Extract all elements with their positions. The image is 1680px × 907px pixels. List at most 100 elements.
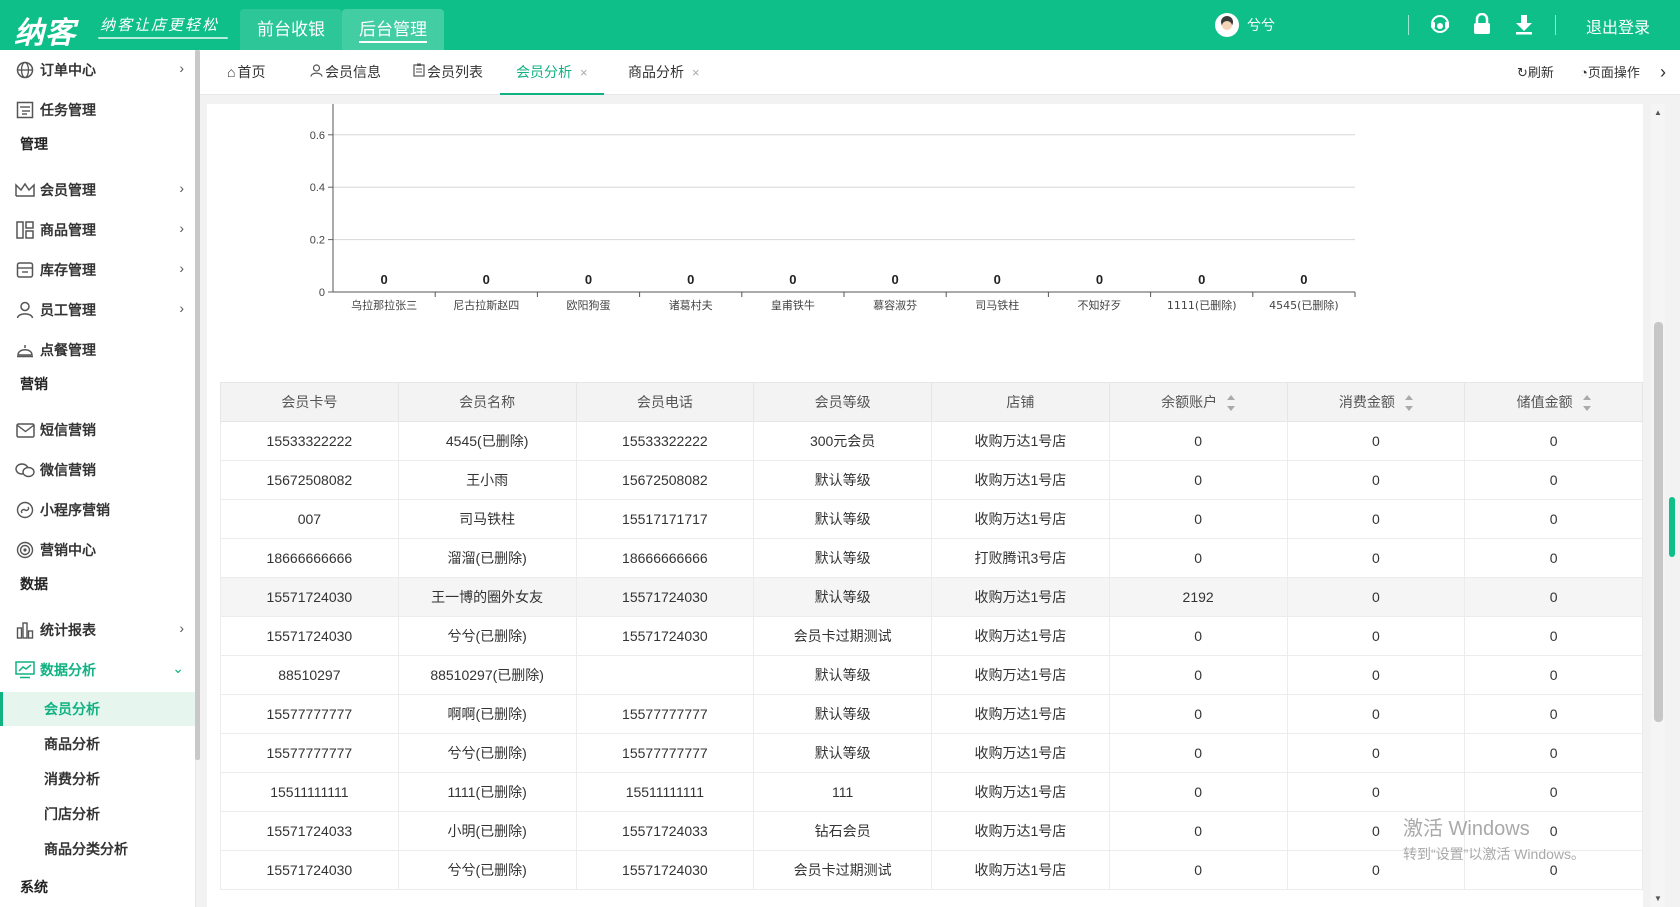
chart-canvas: 0 0.2 0.4 0.6 0 乌拉那拉张三 0 尼古拉斯赵四 0 欧阳狗蛋 0 诸葛村夫 0 皇甫铁牛 0… [310,104,1356,312]
table-cell: 兮兮(已删除) [397,850,577,890]
person-icon [310,50,323,95]
table-row[interactable]: 15672508082 王小雨 15672508082 默认等级 收购万达1号店 0 0 0 [220,460,1643,500]
table-row[interactable]: 88510297 88510297(已删除) 默认等级 收购万达1号店 0 0 0 [220,655,1643,695]
tab-member-analysis[interactable]: 会员分析 × [500,50,604,95]
sidebar-sub-product-analysis[interactable]: 商品分析 [0,727,196,761]
table-cell: 小明(已删除) [397,811,577,851]
bar-value-label: 0 [483,272,490,287]
table-row[interactable]: 15571724030 王一博的圈外女友 15571724030 默认等级 收购万达1号… [220,577,1643,617]
table-cell: 0 [1464,499,1643,539]
sidebar-item-wechat[interactable]: 微信营销 [0,451,196,489]
table-cell: 王一博的圈外女友 [397,577,577,617]
chevron-right-icon: › [179,620,184,636]
sidebar-item-members[interactable]: 会员管理 › [0,171,196,209]
sidebar-sub-consumption-analysis[interactable]: 消费分析 [0,762,196,796]
bar-value-label: 0 [687,272,694,287]
sidebar-sub-member-analysis[interactable]: 会员分析 [0,692,196,726]
sidebar-item-tasks[interactable]: 任务管理 [0,91,196,129]
logout-button[interactable]: 退出登录 [1586,14,1650,38]
sidebar-item-miniprogram[interactable]: 小程序营销 [0,491,196,529]
table-row[interactable]: 15577777777 啊啊(已删除) 15577777777 默认等级 收购万达1号店… [220,694,1643,734]
y-tick-label: 0.6 [310,130,325,142]
mail-icon [15,420,35,440]
sort-icon[interactable] [1582,394,1591,412]
content-scrollbar[interactable]: ▲ ▼ [1651,104,1665,907]
table-cell: 15517171717 [575,499,755,539]
sidebar-scrollbar[interactable] [195,50,200,760]
tab-product-analysis[interactable]: 商品分析 × [628,50,700,95]
customer-service-icon[interactable] [1429,13,1451,37]
sidebar-item-sms[interactable]: 短信营销 [0,411,196,449]
person-icon [15,300,35,320]
tab-home[interactable]: ⌂ 首页 [227,50,265,95]
close-icon[interactable]: × [580,65,588,80]
globe-icon [15,60,35,80]
table-cell: 打败腾讯3号店 [931,538,1110,578]
sidebar-sub-category-analysis[interactable]: 商品分类分析 [0,832,196,866]
sidebar-item-products[interactable]: 商品管理 › [0,211,196,249]
sidebar-sub-store-analysis[interactable]: 门店分析 [0,797,196,831]
task-icon [15,100,35,120]
table-cell: 0 [1108,538,1288,578]
scroll-up-icon[interactable]: ▲ [1654,108,1662,117]
y-tick-label: 0.2 [310,235,325,247]
table-row[interactable]: 15533322222 4545(已删除) 15533322222 300元会员 收购万… [220,421,1643,461]
nav-front-cashier[interactable]: 前台收银 [240,9,342,50]
table-row[interactable]: 15511111111 1111(已删除) 15511111111 111 收购万达1号… [220,772,1643,812]
sidebar-item-ordering[interactable]: 点餐管理 [0,331,196,369]
table-cell: 1111(已删除) [397,772,577,812]
table-cell: 王小雨 [397,460,577,500]
table-cell: 0 [1286,499,1466,539]
monitor-chart-icon [15,660,35,680]
x-tick-label: 慕容淑芬 [873,298,917,312]
column-header[interactable]: 储值金额 [1464,382,1643,422]
table-cell: 0 [1286,694,1466,734]
tabs-scroll-right-button[interactable]: › [1660,50,1666,95]
section-header-system: 系统 [20,879,48,895]
sidebar-item-marketing-center[interactable]: 营销中心 [0,531,196,569]
table-cell: 收购万达1号店 [931,616,1110,656]
bar-value-label: 0 [380,272,387,287]
table-cell: 收购万达1号店 [931,460,1110,500]
table-cell: 15577777777 [220,694,399,734]
close-icon[interactable]: × [692,65,700,80]
refresh-button[interactable]: ↻刷新 [1517,50,1554,95]
nav-backend-admin[interactable]: 后台管理 [342,9,444,50]
top-bar: 纳客 纳客让店更轻松 前台收银 后台管理 兮兮 退出登录 [0,0,1680,51]
table-cell: 默认等级 [753,733,932,773]
scroll-down-icon[interactable]: ▼ [1654,894,1662,903]
tab-member-info[interactable]: 会员信息 [310,50,381,95]
x-tick-label: 诸葛村夫 [669,298,713,312]
sidebar-item-inventory[interactable]: 库存管理 › [0,251,196,289]
lock-icon[interactable] [1471,12,1493,37]
sort-icon[interactable] [1404,394,1413,412]
table-cell: 111 [753,772,932,812]
table-row[interactable]: 18666666666 溜溜(已删除) 18666666666 默认等级 打败腾讯3号店… [220,538,1643,578]
tab-member-list[interactable]: 会员列表 [413,50,483,95]
table-row[interactable]: 15571724030 兮兮(已删除) 15571724030 会员卡过期测试 收购万达… [220,616,1643,656]
section-header-manage: 管理 [20,136,48,152]
sidebar-item-staff[interactable]: 员工管理 › [0,291,196,329]
sidebar-item-reports[interactable]: 统计报表 › [0,611,196,649]
table-cell: 钻石会员 [753,811,932,851]
page-operations-button[interactable]: ◔页面操作 [1580,50,1640,95]
table-row[interactable]: 15577777777 兮兮(已删除) 15577777777 默认等级 收购万达1号店… [220,733,1643,773]
floating-indicator[interactable] [1669,497,1675,557]
table-cell: 2192 [1108,577,1288,617]
download-icon[interactable] [1513,13,1535,37]
column-header[interactable]: 余额账户 [1108,382,1288,422]
table-row[interactable]: 007 司马铁柱 15517171717 默认等级 收购万达1号店 0 0 0 [220,499,1643,539]
table-cell: 15571724030 [220,850,399,890]
scrollbar-thumb[interactable] [1654,322,1663,722]
table-cell: 0 [1108,655,1288,695]
user-menu[interactable]: 兮兮 [1215,13,1275,37]
sort-icon[interactable] [1227,394,1236,412]
table-cell: 0 [1108,460,1288,500]
table-cell: 88510297 [220,655,399,695]
sidebar-item-data-analysis[interactable]: 数据分析 ⌄ [0,651,196,689]
table-cell: 0 [1286,733,1466,773]
table-cell: 收购万达1号店 [931,499,1110,539]
column-header[interactable]: 消费金额 [1286,382,1466,422]
sidebar-item-orders[interactable]: 订单中心 › [0,51,196,89]
bar-value-label: 0 [994,272,1001,287]
